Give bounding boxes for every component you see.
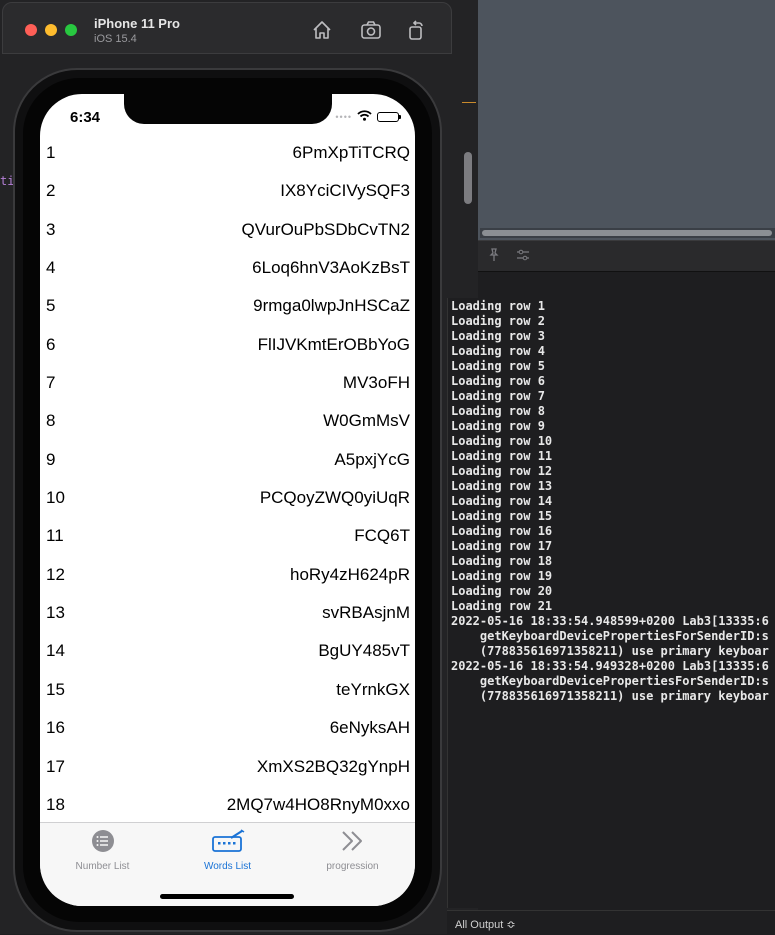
row-word: FlIJVKmtErOBbYoG <box>257 334 410 354</box>
row-word: 6Loq6hnV3AoKzBsT <box>252 258 410 278</box>
close-window-button[interactable] <box>25 24 37 36</box>
row-number: 7 <box>46 373 56 393</box>
table-row[interactable]: 9 A5pxjYcG <box>40 441 415 479</box>
row-number: 9 <box>46 449 56 469</box>
phone-screen: 6:34 •••• 1 6PmXpTiTCRQ 2 IX8YciCIVySQF3 3 QV… <box>40 94 415 906</box>
row-word: QVurOuPbSDbCvTN2 <box>241 219 410 239</box>
table-row[interactable]: 12 hoRy4zH624pR <box>40 556 415 594</box>
table-row[interactable]: 14 BgUY485vT <box>40 632 415 670</box>
row-word: XmXS2BQ32gYnpH <box>256 756 410 776</box>
minimize-window-button[interactable] <box>45 24 57 36</box>
row-number: 15 <box>46 679 65 699</box>
row-number: 13 <box>46 603 65 623</box>
row-number: 10 <box>46 488 65 508</box>
row-word: hoRy4zH624pR <box>289 564 410 584</box>
row-word: 9rmga0lwpJnHSCaZ <box>253 296 410 316</box>
tab-words-list[interactable]: Words List <box>165 829 290 872</box>
table-row[interactable]: 1 6PmXpTiTCRQ <box>40 134 415 172</box>
status-indicators: •••• <box>335 108 401 126</box>
row-word: 6PmXpTiTCRQ <box>292 143 410 162</box>
notch <box>124 94 332 124</box>
table-row[interactable]: 3 QVurOuPbSDbCvTN2 <box>40 211 415 249</box>
row-word: teYrnkGX <box>336 679 410 699</box>
table-row[interactable]: 6 FlIJVKmtErOBbYoG <box>40 326 415 364</box>
zoom-window-button[interactable] <box>65 24 77 36</box>
os-version: iOS 15.4 <box>94 33 137 45</box>
tab-label: Number List <box>75 861 130 872</box>
battery-icon <box>377 112 401 122</box>
screenshot-icon[interactable] <box>360 19 382 41</box>
row-number: 18 <box>46 794 65 814</box>
device-name: iPhone 11 Pro <box>94 16 180 31</box>
row-word: 6eNyksAH <box>329 718 410 738</box>
row-word: PCQoyZWQ0yiUqR <box>259 488 410 508</box>
table-row[interactable]: 11 FCQ6T <box>40 517 415 555</box>
row-number: 11 <box>46 526 64 546</box>
scrollbar-thumb[interactable] <box>482 230 772 236</box>
row-word: MV3oFH <box>342 373 410 393</box>
row-number: 2 <box>46 181 56 201</box>
table-row[interactable]: 7 MV3oFH <box>40 364 415 402</box>
table-row[interactable]: 17 XmXS2BQ32gYnpH <box>40 748 415 786</box>
home-indicator[interactable] <box>160 894 294 899</box>
tab-label: Words List <box>203 861 252 872</box>
row-word: A5pxjYcG <box>334 449 410 469</box>
tab-label: progression <box>326 861 379 872</box>
tab-progression[interactable]: progression <box>290 829 415 872</box>
table-row[interactable]: 4 6Loq6hnV3AoKzBsT <box>40 249 415 287</box>
row-number: 5 <box>46 296 56 316</box>
simulator-titlebar: iPhone 11 Pro iOS 15.4 <box>2 2 452 54</box>
table-row[interactable]: 15 teYrnkGX <box>40 671 415 709</box>
row-number: 16 <box>46 718 65 738</box>
editor-marker <box>462 102 476 103</box>
table-row[interactable]: 8 W0GmMsV <box>40 402 415 440</box>
row-word: W0GmMsV <box>323 411 410 431</box>
row-number: 1 <box>46 143 56 162</box>
row-word: 2MQ7w4HO8RnyM0xxo <box>226 794 410 814</box>
table-row[interactable]: 5 9rmga0lwpJnHSCaZ <box>40 287 415 325</box>
table-row[interactable]: 18 2MQ7w4HO8RnyM0xxo <box>40 786 415 824</box>
debug-toolbar <box>478 240 775 272</box>
canvas-preview-area <box>478 0 775 240</box>
row-number: 12 <box>46 564 65 584</box>
table-row[interactable]: 10 PCQoyZWQ0yiUqR <box>40 479 415 517</box>
row-word: FCQ6T <box>354 526 410 546</box>
adjust-icon[interactable] <box>516 248 530 265</box>
home-icon[interactable] <box>311 19 333 41</box>
editor-scrollbar[interactable] <box>464 152 472 204</box>
row-number: 6 <box>46 334 56 354</box>
table-row[interactable]: 2 IX8YciCIVySQF3 <box>40 172 415 210</box>
console-footer: All Output ≎ <box>447 910 775 935</box>
pin-icon[interactable] <box>487 248 501 265</box>
table-row[interactable]: 16 6eNyksAH <box>40 709 415 747</box>
table-row[interactable]: 13 svRBAsjnM <box>40 594 415 632</box>
keyboard-icon <box>211 829 245 857</box>
words-table[interactable]: 1 6PmXpTiTCRQ 2 IX8YciCIVySQF3 3 QVurOuPbSDbC… <box>40 134 415 824</box>
output-filter-selector[interactable]: All Output ≎ <box>455 918 516 931</box>
row-word: svRBAsjnM <box>322 603 410 623</box>
console-output: Loading row 1 Loading row 2 Loading row … <box>451 299 769 703</box>
signal-icon: •••• <box>335 112 352 122</box>
row-number: 3 <box>46 219 56 239</box>
rotate-icon[interactable] <box>405 19 427 41</box>
row-number: 17 <box>46 756 65 776</box>
chevron-double-right-icon <box>340 831 366 857</box>
wifi-icon <box>357 108 372 126</box>
status-time: 6:34 <box>70 109 101 126</box>
row-number: 8 <box>46 411 56 431</box>
debug-console[interactable]: Loading row 1 Loading row 2 Loading row … <box>447 298 775 908</box>
row-word: BgUY485vT <box>318 641 410 661</box>
row-number: 14 <box>46 641 65 661</box>
list-icon <box>91 830 115 857</box>
row-word: IX8YciCIVySQF3 <box>280 181 410 201</box>
row-number: 4 <box>46 258 56 278</box>
tab-number-list[interactable]: Number List <box>40 829 165 872</box>
preview-horizontal-scrollbar[interactable] <box>480 228 775 238</box>
